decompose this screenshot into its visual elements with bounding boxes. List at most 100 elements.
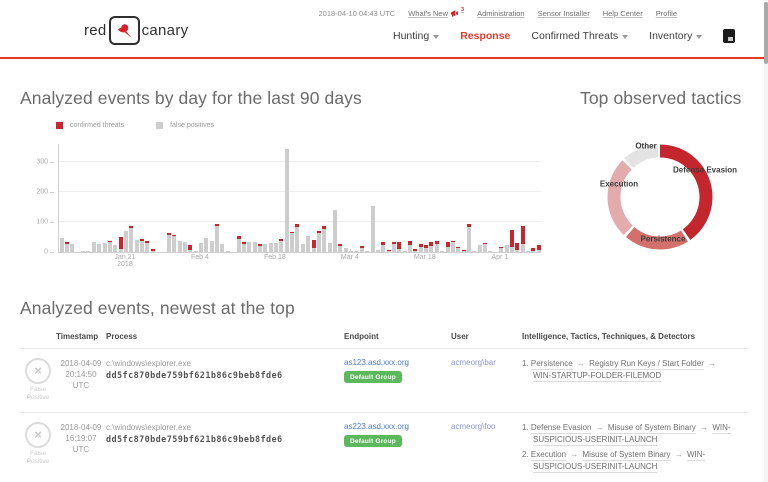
arrow-icon: → <box>591 423 607 432</box>
table-row: ×False Positive2018-04-0920:14:50UTCc:\w… <box>20 349 748 413</box>
x-tick-label: Apr 1 <box>491 254 508 261</box>
bird-logo-icon <box>109 16 140 45</box>
scrollbar-thumb[interactable] <box>764 2 768 64</box>
detection-tactic[interactable]: Defense Evasion <box>531 423 591 434</box>
default-group-badge: Default Group <box>344 371 402 383</box>
detection-tactic[interactable]: Persistence <box>531 359 573 370</box>
detection-detector[interactable]: WIN-STARTUP-FOLDER-FILEMOD <box>533 371 661 382</box>
administration-link[interactable]: Administration <box>477 9 525 18</box>
bar-false-positives <box>60 238 64 252</box>
x-tick-label: Mar 18 <box>414 254 436 261</box>
detection-technique[interactable]: Registry Run Keys / Start Folder <box>589 359 704 370</box>
y-tick-label: 100 <box>36 219 48 226</box>
process-cell: c:\windows\explorer.exedd5fc870bde759bf6… <box>106 358 344 402</box>
help-center-link[interactable]: Help Center <box>603 9 643 18</box>
bar-false-positives <box>521 244 525 252</box>
bar-false-positives <box>237 239 241 253</box>
nav-confirmed-threats-label: Confirmed Threats <box>531 30 618 42</box>
nav-hunting[interactable]: Hunting <box>393 30 439 42</box>
nav-confirmed-threats[interactable]: Confirmed Threats <box>531 30 628 42</box>
default-group-badge: Default Group <box>344 435 402 447</box>
bar-false-positives <box>86 251 90 252</box>
user-link[interactable]: acmeorg\foo <box>451 422 495 431</box>
bar-false-positives <box>306 236 310 253</box>
nav-hunting-label: Hunting <box>393 30 429 42</box>
bar-false-positives <box>183 242 187 252</box>
detection-tactic[interactable]: Execution <box>531 450 566 461</box>
nav-response[interactable]: Response <box>460 30 510 42</box>
donut-label-persistence: Persistence <box>641 235 686 244</box>
bar-false-positives <box>499 248 503 252</box>
false-positive-icon[interactable]: × <box>25 358 51 384</box>
events-chart-title: Analyzed events by day for the last 90 d… <box>20 88 362 109</box>
chevron-down-icon <box>433 35 439 39</box>
bar-false-positives <box>371 206 375 253</box>
legend-label-confirmed-threats: confirmed threats <box>70 122 124 129</box>
user-cell: acmeorg\bar <box>451 358 522 402</box>
bar-false-positives <box>253 242 257 252</box>
plot-area <box>58 144 541 253</box>
detection-technique[interactable]: Misuse of System Binary <box>608 423 696 434</box>
detection-item: 1. Defense Evasion → Misuse of System Bi… <box>522 422 734 446</box>
timestamp-tz: UTC <box>56 445 106 456</box>
bar-false-positives <box>269 243 273 252</box>
donut-label-other: Other <box>635 142 656 151</box>
bar-false-positives <box>92 242 96 253</box>
bar-false-positives <box>113 245 117 253</box>
bar-false-positives <box>135 240 139 252</box>
col-header-user: User <box>451 332 522 341</box>
arrow-icon: → <box>573 359 589 368</box>
y-tick-mark <box>50 222 54 223</box>
bar-false-positives <box>446 247 450 252</box>
detection-number: 1. <box>522 359 531 368</box>
y-tick-label: 0 <box>44 249 48 256</box>
bar-false-positives <box>381 245 385 253</box>
bar-false-positives <box>424 248 428 252</box>
arrow-icon: → <box>704 359 718 368</box>
sensor-installer-link[interactable]: Sensor Installer <box>538 9 590 18</box>
y-tick-mark <box>50 192 54 193</box>
endpoint-link[interactable]: as223.asd.xxx.org <box>344 422 409 431</box>
bar-false-positives <box>462 251 466 252</box>
bar-false-positives <box>488 251 492 252</box>
main-nav: Hunting Response Confirmed Threats Inven… <box>393 29 735 43</box>
bar-false-positives <box>103 243 107 252</box>
profile-link[interactable]: Profile <box>656 9 677 18</box>
y-tick-mark <box>50 252 54 253</box>
bar-false-positives <box>226 251 230 252</box>
bar-false-positives <box>515 250 519 252</box>
detection-technique[interactable]: Misuse of System Binary <box>583 450 671 461</box>
whats-new-link[interactable]: What's New 3 <box>408 9 464 18</box>
y-tick-label: 300 <box>36 159 48 166</box>
bar-false-positives <box>210 241 214 252</box>
y-tick-label: 200 <box>36 189 48 196</box>
bar-false-positives <box>531 251 535 252</box>
bar-false-positives <box>199 243 203 252</box>
timestamp-tz: UTC <box>56 381 106 392</box>
bar-false-positives <box>124 231 128 252</box>
tactics-donut-chart: Defense EvasionPersistenceExecutionOther <box>595 132 755 267</box>
utc-datetime: 2018-04-10 04:43 UTC <box>319 9 396 18</box>
detections-cell: 1. Defense Evasion → Misuse of System Bi… <box>522 422 748 476</box>
endpoint-link[interactable]: as123.asd.xxx.org <box>344 358 409 367</box>
bar-false-positives <box>145 243 149 252</box>
donut-label-defense-evasion: Defense Evasion <box>673 166 737 175</box>
nav-response-label: Response <box>460 30 510 42</box>
x-glyph: × <box>34 364 42 377</box>
scrollbar[interactable] <box>764 0 768 482</box>
bar-false-positives <box>81 251 85 252</box>
bar-false-positives <box>290 233 294 252</box>
bar-confirmed-threats <box>515 243 519 250</box>
bar-false-positives <box>312 248 316 253</box>
chevron-down-icon <box>696 35 702 39</box>
bar-false-positives <box>365 251 369 252</box>
red-canary-logo[interactable]: red canary <box>84 16 188 45</box>
user-cell: acmeorg\foo <box>451 422 522 476</box>
terminal-icon[interactable] <box>723 29 735 43</box>
false-positive-icon[interactable]: × <box>25 422 51 448</box>
bar-false-positives <box>526 251 530 252</box>
bar-day[interactable] <box>536 144 541 252</box>
nav-inventory[interactable]: Inventory <box>649 30 702 42</box>
user-link[interactable]: acmeorg\bar <box>451 358 496 367</box>
bar-false-positives <box>419 247 423 252</box>
